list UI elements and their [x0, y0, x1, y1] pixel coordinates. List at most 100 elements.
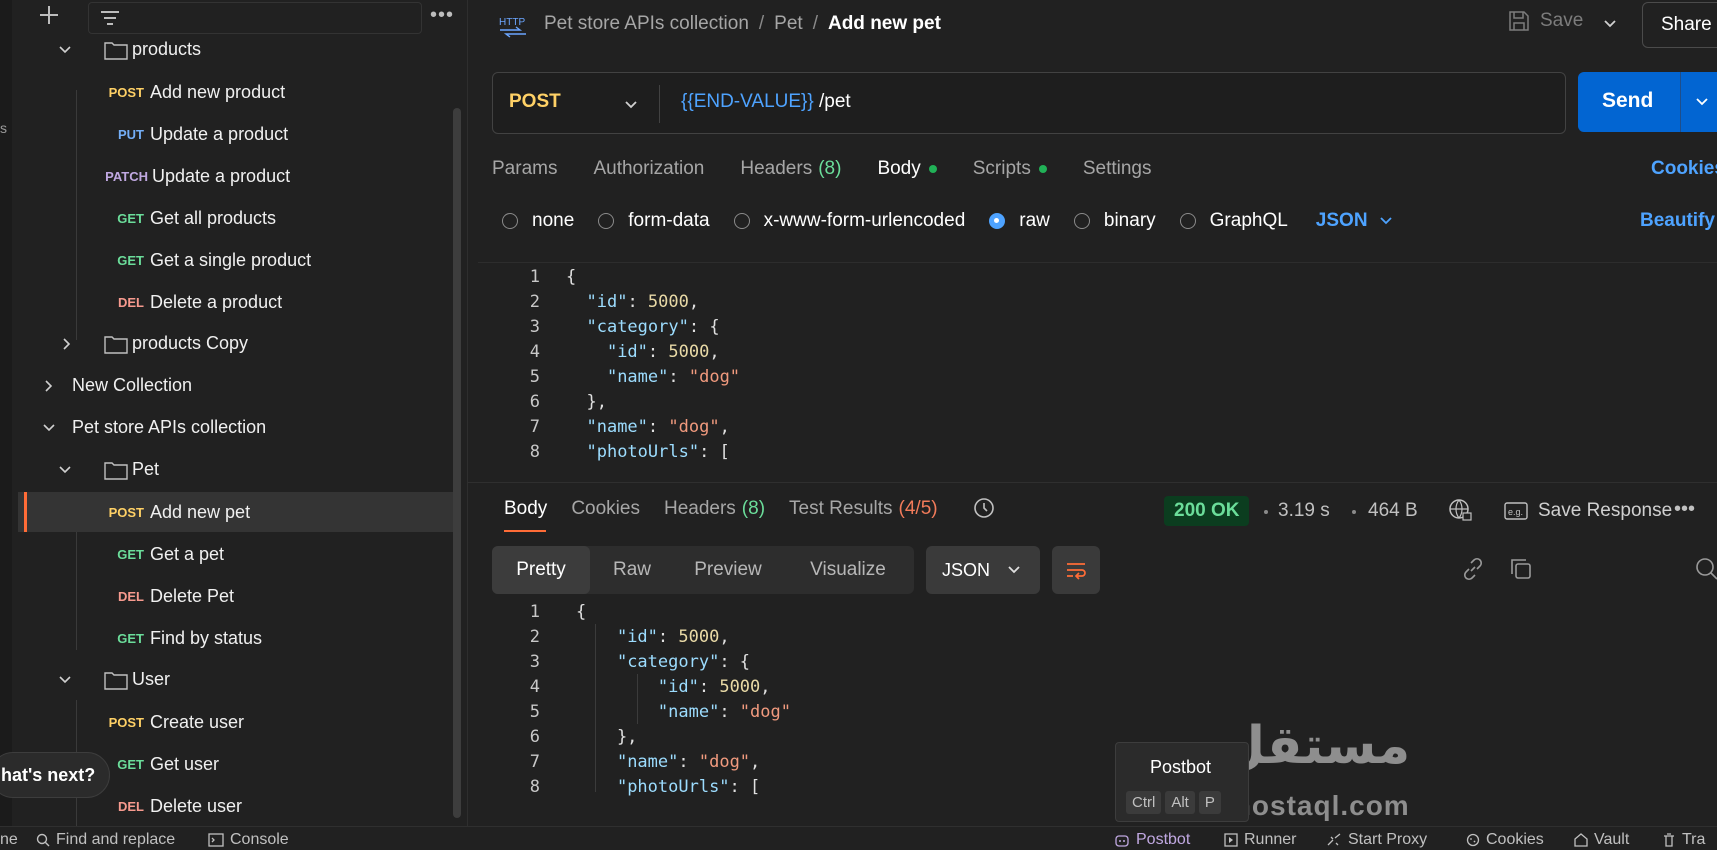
footer-item[interactable]: ne [0, 831, 18, 849]
tree-folder-products-copy[interactable]: products Copy [12, 324, 449, 364]
body-format-select[interactable]: JSON [1316, 210, 1394, 232]
tree-folder-user[interactable]: User [12, 660, 449, 700]
tree-request[interactable]: DEL Delete a product [12, 282, 449, 322]
radio[interactable] [1179, 213, 1196, 229]
request-body-editor[interactable]: 1 { 2 "id": 5000, 3 "category": { 4 "id":… [478, 262, 1717, 480]
radio[interactable] [1073, 213, 1090, 229]
tab-authorization[interactable]: Authorization [593, 158, 704, 180]
share-button[interactable]: Share [1642, 2, 1717, 48]
tree-request-selected[interactable]: POST Add new pet [18, 492, 457, 532]
radio[interactable] [598, 213, 615, 229]
tab-response-cookies[interactable]: Cookies [571, 498, 640, 520]
save-button[interactable]: Save [1508, 10, 1583, 32]
tab-params[interactable]: Params [492, 158, 557, 180]
more-icon[interactable]: ••• [1674, 498, 1695, 521]
tab-response-headers[interactable]: Headers (8) [664, 498, 765, 520]
tree-collection-new[interactable]: New Collection [12, 366, 449, 406]
chevron-down-icon[interactable] [1694, 94, 1710, 110]
chevron-down-icon[interactable] [42, 421, 56, 435]
tree-collection-petstore[interactable]: Pet store APIs collection [12, 408, 449, 448]
network-globe-icon[interactable] [1448, 498, 1472, 522]
tree-request[interactable]: POST Add new product [12, 72, 449, 112]
postbot-button[interactable]: Postbot [1114, 831, 1190, 849]
tab-settings[interactable]: Settings [1083, 158, 1152, 180]
panel-divider[interactable] [468, 482, 1717, 483]
code-text: "id": 5000, [616, 627, 730, 647]
plus-icon[interactable] [36, 2, 62, 28]
response-body-viewer[interactable]: 1 { 2 "id": 5000, 3 "category": { 4 "id":… [478, 598, 1717, 826]
whats-next-label: hat's next? [1, 764, 96, 785]
tab-scripts[interactable]: Scripts [973, 158, 1047, 180]
tree-request[interactable]: GET Get a single product [12, 240, 449, 280]
wrap-lines-button[interactable] [1052, 546, 1100, 594]
tab-test-results[interactable]: Test Results (4/5) [789, 498, 938, 520]
send-button[interactable]: Send [1578, 72, 1717, 132]
trash-icon [1664, 833, 1674, 847]
console-button[interactable]: Console [208, 831, 289, 849]
tab-headers[interactable]: Headers (8) [740, 158, 841, 180]
sidebar-scrollbar[interactable] [453, 108, 461, 818]
copy-icon[interactable] [1508, 556, 1534, 582]
chevron-down-icon[interactable] [1602, 16, 1618, 32]
find-replace-button[interactable]: Find and replace [36, 831, 175, 849]
vault-icon [1574, 833, 1588, 847]
cookies-button[interactable]: Cookies [1466, 831, 1544, 849]
save-icon [1509, 11, 1529, 31]
tree-folder-products[interactable]: products [12, 30, 449, 70]
chevron-down-icon[interactable] [58, 673, 72, 687]
chevron-right-icon[interactable] [42, 379, 56, 393]
chevron-right-icon[interactable] [60, 337, 74, 351]
history-icon[interactable] [972, 496, 996, 520]
radio-selected[interactable] [989, 213, 1006, 229]
cookies-link[interactable]: Cookies [1651, 158, 1717, 180]
tree-request[interactable]: PUT Update a product [12, 114, 449, 154]
tree-request[interactable]: GET Find by status [12, 618, 449, 658]
tree-request[interactable]: DEL Delete Pet [12, 576, 449, 616]
search-icon[interactable] [1694, 556, 1717, 582]
chevron-down-icon[interactable] [58, 43, 72, 57]
radio[interactable] [733, 213, 750, 229]
breadcrumb-folder[interactable]: Pet [774, 13, 803, 35]
tree-request[interactable]: PATCH Update a product [12, 156, 449, 196]
code-text: "id": 5000, [606, 342, 720, 362]
save-response-button[interactable]: e.g. Save Response [1504, 500, 1672, 522]
tree-folder-pet[interactable]: Pet [12, 450, 449, 490]
view-raw[interactable]: Raw [590, 546, 674, 594]
tree-request[interactable]: GET Get all products [12, 198, 449, 238]
tab-body[interactable]: Body [877, 158, 937, 180]
body-option-raw[interactable]: raw [989, 210, 1050, 232]
body-option-none[interactable]: none [502, 210, 574, 232]
link-icon[interactable] [1460, 556, 1486, 582]
tree-request[interactable]: GET Get a pet [12, 534, 449, 574]
chevron-down-icon[interactable] [623, 97, 639, 113]
breadcrumb-collection[interactable]: Pet store APIs collection [544, 13, 749, 35]
method-badge: POST [108, 715, 144, 730]
url-input[interactable]: {{END-VALUE}} /pet [681, 91, 851, 113]
more-icon[interactable]: ••• [430, 4, 454, 27]
status-bar: ne Find and replace Console Postbot Runn… [0, 826, 1717, 850]
line-number: 8 [529, 777, 540, 797]
view-preview[interactable]: Preview [674, 546, 782, 594]
chevron-down-icon[interactable] [58, 463, 72, 477]
vault-button[interactable]: Vault [1574, 831, 1629, 849]
view-pretty[interactable]: Pretty [492, 546, 590, 594]
runner-button[interactable]: Runner [1224, 831, 1296, 849]
body-option-graphql[interactable]: GraphQL [1179, 210, 1288, 232]
body-option-form-data[interactable]: form-data [598, 210, 710, 232]
tree-request[interactable]: POST Create user [12, 702, 449, 742]
beautify-button[interactable]: Beautify [1640, 210, 1715, 232]
folder-icon [104, 42, 128, 60]
trash-button[interactable]: Tra [1662, 831, 1705, 849]
radio[interactable] [502, 213, 518, 229]
body-option-urlencoded[interactable]: x-www-form-urlencoded [733, 210, 965, 232]
method-select[interactable]: POST [509, 91, 561, 113]
tooltip-title: Postbot [1150, 757, 1212, 777]
body-option-binary[interactable]: binary [1073, 210, 1156, 232]
whats-next-button[interactable]: hat's next? [0, 752, 110, 798]
tab-response-body[interactable]: Body [504, 498, 547, 532]
breadcrumb-request: Add new pet [827, 13, 941, 34]
start-proxy-button[interactable]: Start Proxy [1326, 831, 1427, 849]
view-visualize[interactable]: Visualize [782, 546, 914, 594]
url-bar[interactable]: POST {{END-VALUE}} /pet [492, 72, 1566, 134]
response-format-select[interactable]: JSON [926, 546, 1040, 594]
